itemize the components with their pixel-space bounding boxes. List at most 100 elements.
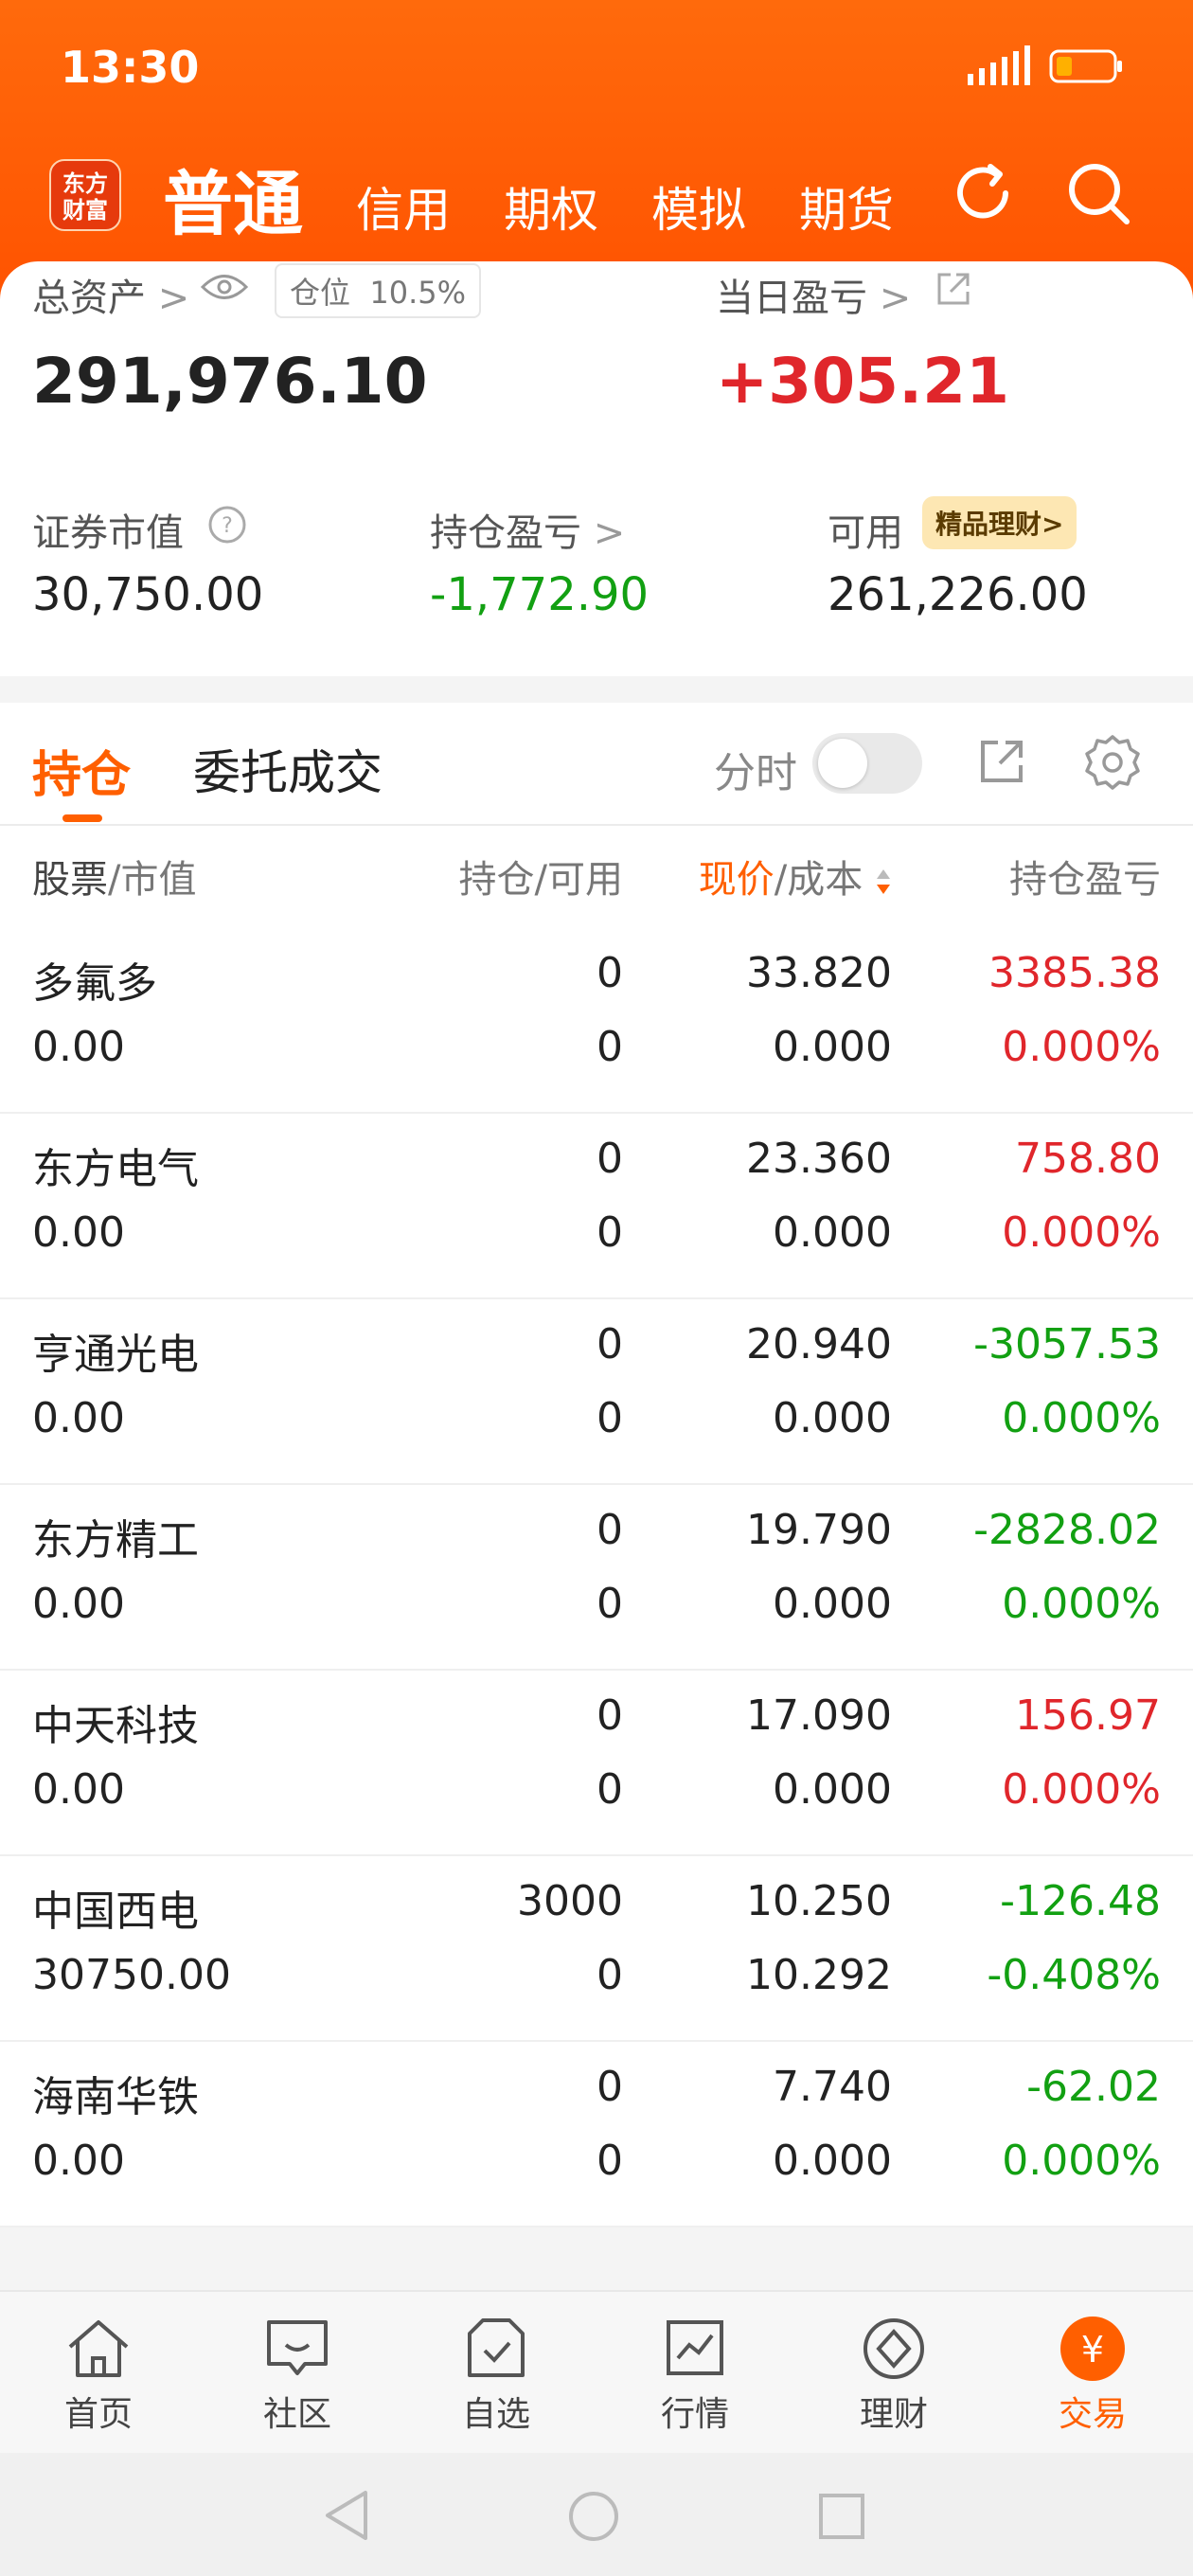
cost-price: 0.000 xyxy=(773,1765,892,1814)
tab-credit[interactable]: 信用 xyxy=(356,172,451,241)
avail-qty: 0 xyxy=(596,1765,623,1814)
tab-simulation[interactable]: 模拟 xyxy=(651,172,746,241)
table-row[interactable]: 东方精工 0.00 0 0 19.790 0.000 -2828.02 0.000% xyxy=(0,1485,1193,1671)
market-value: 0.00 xyxy=(32,1765,125,1814)
battery-icon xyxy=(1049,49,1122,83)
tab-options[interactable]: 期权 xyxy=(504,172,598,241)
sort-icon[interactable] xyxy=(875,868,892,896)
col-header-stock: 股票/市值 xyxy=(32,849,196,903)
cost-price: 0.000 xyxy=(773,1023,892,1071)
hold-pnl-value: -1,772.90 xyxy=(430,568,650,621)
nav-trade-label: 交易 xyxy=(1058,2395,1127,2434)
col-header-price[interactable]: 现价/成本 xyxy=(699,849,892,903)
signal-icon xyxy=(968,45,1030,85)
daily-pnl-label[interactable]: 当日盈亏 > xyxy=(716,267,911,322)
hold-pnl-label[interactable]: 持仓盈亏 > xyxy=(430,502,625,557)
nav-community-label: 社区 xyxy=(262,2395,331,2434)
market-value: 30,750.00 xyxy=(32,568,264,621)
chat-icon xyxy=(267,2320,328,2375)
stock-name: 东方电气 xyxy=(32,1145,199,1193)
nav-community[interactable]: 社区 xyxy=(222,2315,373,2436)
market-value: 0.00 xyxy=(32,1208,125,1257)
market-value-label: 证券市值 xyxy=(32,511,184,555)
market-value: 0.00 xyxy=(32,1394,125,1442)
avail-qty: 0 xyxy=(596,2137,623,2185)
hold-pnl-pct: 0.000% xyxy=(1002,1580,1161,1628)
search-icon[interactable] xyxy=(1062,157,1134,229)
current-price: 20.940 xyxy=(746,1320,892,1368)
nav-watchlist[interactable]: 自选 xyxy=(420,2315,572,2436)
market-value: 0.00 xyxy=(32,2137,125,2185)
external-link-icon[interactable] xyxy=(975,735,1028,788)
stock-name: 亨通光电 xyxy=(32,1331,199,1379)
market-value: 0.00 xyxy=(32,1580,125,1628)
app-logo[interactable]: 东方 财富 xyxy=(49,159,121,231)
trade-icon: ¥ xyxy=(1060,2317,1125,2381)
refresh-icon[interactable] xyxy=(947,157,1019,229)
logo-line2: 财富 xyxy=(62,197,108,224)
hold-qty: 0 xyxy=(596,1135,623,1183)
share-icon[interactable] xyxy=(934,269,973,309)
avail-qty: 0 xyxy=(596,1580,623,1628)
hold-pnl: -3057.53 xyxy=(973,1320,1161,1368)
tabs-divider xyxy=(0,824,1193,826)
stock-name: 多氟多 xyxy=(32,959,157,1008)
hold-qty: 0 xyxy=(596,949,623,997)
col-stock-text: 股票 xyxy=(32,858,108,902)
nav-wealth[interactable]: 理财 xyxy=(818,2315,970,2436)
nav-market-label: 行情 xyxy=(660,2395,729,2434)
hold-pnl: -2828.02 xyxy=(973,1506,1161,1554)
hold-pnl-pct: -0.408% xyxy=(987,1951,1161,1999)
eye-icon[interactable] xyxy=(201,271,248,303)
cost-price: 10.292 xyxy=(746,1951,892,1999)
help-icon[interactable]: ? xyxy=(206,504,248,546)
home-circle-icon[interactable] xyxy=(566,2489,621,2544)
back-icon[interactable] xyxy=(322,2487,373,2544)
nav-home[interactable]: 首页 xyxy=(23,2315,174,2436)
hold-pnl: 3385.38 xyxy=(988,949,1161,997)
col-cost-text: /成本 xyxy=(774,858,864,902)
hold-qty: 0 xyxy=(596,1691,623,1740)
hold-qty: 3000 xyxy=(517,1877,623,1925)
tab-orders-trades[interactable]: 委托成交 xyxy=(193,735,383,803)
recents-square-icon[interactable] xyxy=(816,2491,867,2542)
avail-qty: 0 xyxy=(596,1951,623,1999)
nav-market[interactable]: 行情 xyxy=(619,2315,771,2436)
tab-futures[interactable]: 期货 xyxy=(799,172,894,241)
logo-line1: 东方 xyxy=(62,170,108,197)
intraday-toggle-label: 分时 xyxy=(714,749,797,797)
col-header-pnl: 持仓盈亏 xyxy=(1009,858,1161,902)
hold-pnl-pct: 0.000% xyxy=(1002,1394,1161,1442)
avail-qty: 0 xyxy=(596,1023,623,1071)
bottom-nav: 首页 社区 自选 行情 理财 ¥ 交易 xyxy=(0,2290,1193,2453)
position-pill-label: 仓位 xyxy=(290,275,351,311)
hold-pnl-pct: 0.000% xyxy=(1002,1023,1161,1071)
row-divider xyxy=(0,2226,1193,2227)
wealth-promo-badge[interactable]: 精品理财> xyxy=(922,496,1077,549)
total-assets-label-text: 总资产 xyxy=(32,277,146,320)
tab-normal[interactable]: 普通 xyxy=(163,148,303,249)
table-row[interactable]: 海南华铁 0.00 0 0 7.740 0.000 -62.02 0.000% xyxy=(0,2042,1193,2227)
tab-holdings[interactable]: 持仓 xyxy=(32,735,131,806)
total-assets-label[interactable]: 总资产 > xyxy=(32,267,189,322)
hold-pnl: -62.02 xyxy=(1026,2063,1161,2111)
avail-qty: 0 xyxy=(596,1208,623,1257)
intraday-toggle[interactable] xyxy=(812,733,922,794)
table-row[interactable]: 东方电气 0.00 0 0 23.360 0.000 758.80 0.000% xyxy=(0,1114,1193,1299)
current-price: 33.820 xyxy=(746,949,892,997)
table-row[interactable]: 中国西电 30750.00 3000 0 10.250 10.292 -126.48 -0.4… xyxy=(0,1856,1193,2042)
col-price-text: 现价 xyxy=(698,858,775,902)
table-row[interactable]: 中天科技 0.00 0 0 17.090 0.000 156.97 0.000% xyxy=(0,1671,1193,1856)
settings-gear-icon[interactable] xyxy=(1083,733,1142,792)
hold-pnl-pct: 0.000% xyxy=(1002,1765,1161,1814)
svg-text:¥: ¥ xyxy=(1081,2329,1104,2370)
nav-trade[interactable]: ¥ 交易 xyxy=(1017,2315,1168,2436)
table-row[interactable]: 亨通光电 0.00 0 0 20.940 0.000 -3057.53 0.000% xyxy=(0,1299,1193,1485)
wealth-icon xyxy=(864,2318,924,2379)
table-row[interactable]: 多氟多 0.00 0 0 33.820 0.000 3385.38 0.000% xyxy=(0,928,1193,1114)
market-value: 30750.00 xyxy=(32,1951,231,1999)
active-tab-underline xyxy=(62,814,102,822)
chevron-right-icon: > xyxy=(146,277,190,320)
col-header-hold: 持仓/可用 xyxy=(458,858,623,902)
market-chart-icon xyxy=(667,2320,723,2375)
